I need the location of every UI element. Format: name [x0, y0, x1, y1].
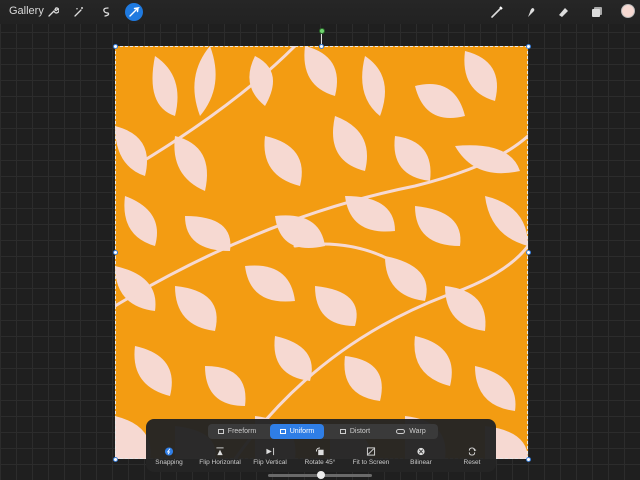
option-label: Flip Vertical: [253, 459, 287, 466]
layers-icon[interactable]: [588, 3, 606, 21]
transform-mode-selector: Freeform Uniform Distort Warp: [208, 424, 438, 439]
leaf-pattern-artwork: [115, 46, 528, 459]
bilinear-icon: [417, 447, 425, 456]
mode-warp[interactable]: Warp: [384, 424, 438, 439]
handle-top-right[interactable]: [526, 44, 531, 49]
option-label: Reset: [463, 459, 481, 466]
handle-bottom-left[interactable]: [113, 457, 118, 462]
rotate-icon: [315, 447, 324, 456]
mode-label: Warp: [409, 428, 426, 435]
transform-icon[interactable]: [125, 3, 143, 21]
option-label: Bilinear: [410, 459, 432, 466]
handle-middle-left[interactable]: [113, 250, 118, 255]
mode-label: Distort: [349, 428, 371, 435]
rotation-handle[interactable]: [319, 28, 325, 34]
gallery-button[interactable]: Gallery: [9, 5, 44, 17]
reset-icon: [468, 447, 477, 456]
transform-panel: Freeform Uniform Distort Warp Snapping F…: [146, 419, 496, 472]
handle-bottom-right[interactable]: [526, 457, 531, 462]
bottom-slider-knob[interactable]: [317, 471, 325, 479]
wrench-icon[interactable]: [44, 3, 62, 21]
brush-icon[interactable]: [488, 3, 506, 21]
handle-top-left[interactable]: [113, 44, 118, 49]
reset-button[interactable]: Reset: [442, 447, 502, 466]
color-swatch[interactable]: [621, 4, 635, 18]
option-label: Fit to Screen: [352, 459, 390, 466]
handle-middle-right[interactable]: [526, 250, 531, 255]
mode-label: Freeform: [227, 428, 257, 435]
flip-horizontal-icon: [216, 447, 224, 456]
mode-freeform[interactable]: Freeform: [208, 424, 266, 439]
freeform-icon: [217, 429, 224, 434]
selection-icon[interactable]: [97, 3, 115, 21]
option-label: Flip Horizontal: [199, 459, 241, 466]
mode-uniform[interactable]: Uniform: [270, 424, 324, 439]
snapping-icon: [164, 447, 174, 456]
fit-screen-icon: [366, 447, 376, 456]
uniform-icon: [279, 429, 286, 434]
artwork-canvas[interactable]: [115, 46, 528, 459]
mode-label: Uniform: [289, 428, 315, 435]
smudge-icon[interactable]: [522, 3, 540, 21]
distort-icon: [339, 429, 346, 434]
warp-icon: [396, 429, 406, 434]
option-label: Snapping: [155, 459, 183, 466]
top-toolbar: Gallery: [0, 0, 640, 24]
flip-vertical-icon: [266, 447, 275, 456]
handle-top-center[interactable]: [319, 44, 324, 49]
magic-wand-icon[interactable]: [70, 3, 88, 21]
eraser-icon[interactable]: [554, 3, 572, 21]
mode-distort[interactable]: Distort: [328, 424, 382, 439]
option-label: Rotate 45°: [304, 459, 336, 466]
